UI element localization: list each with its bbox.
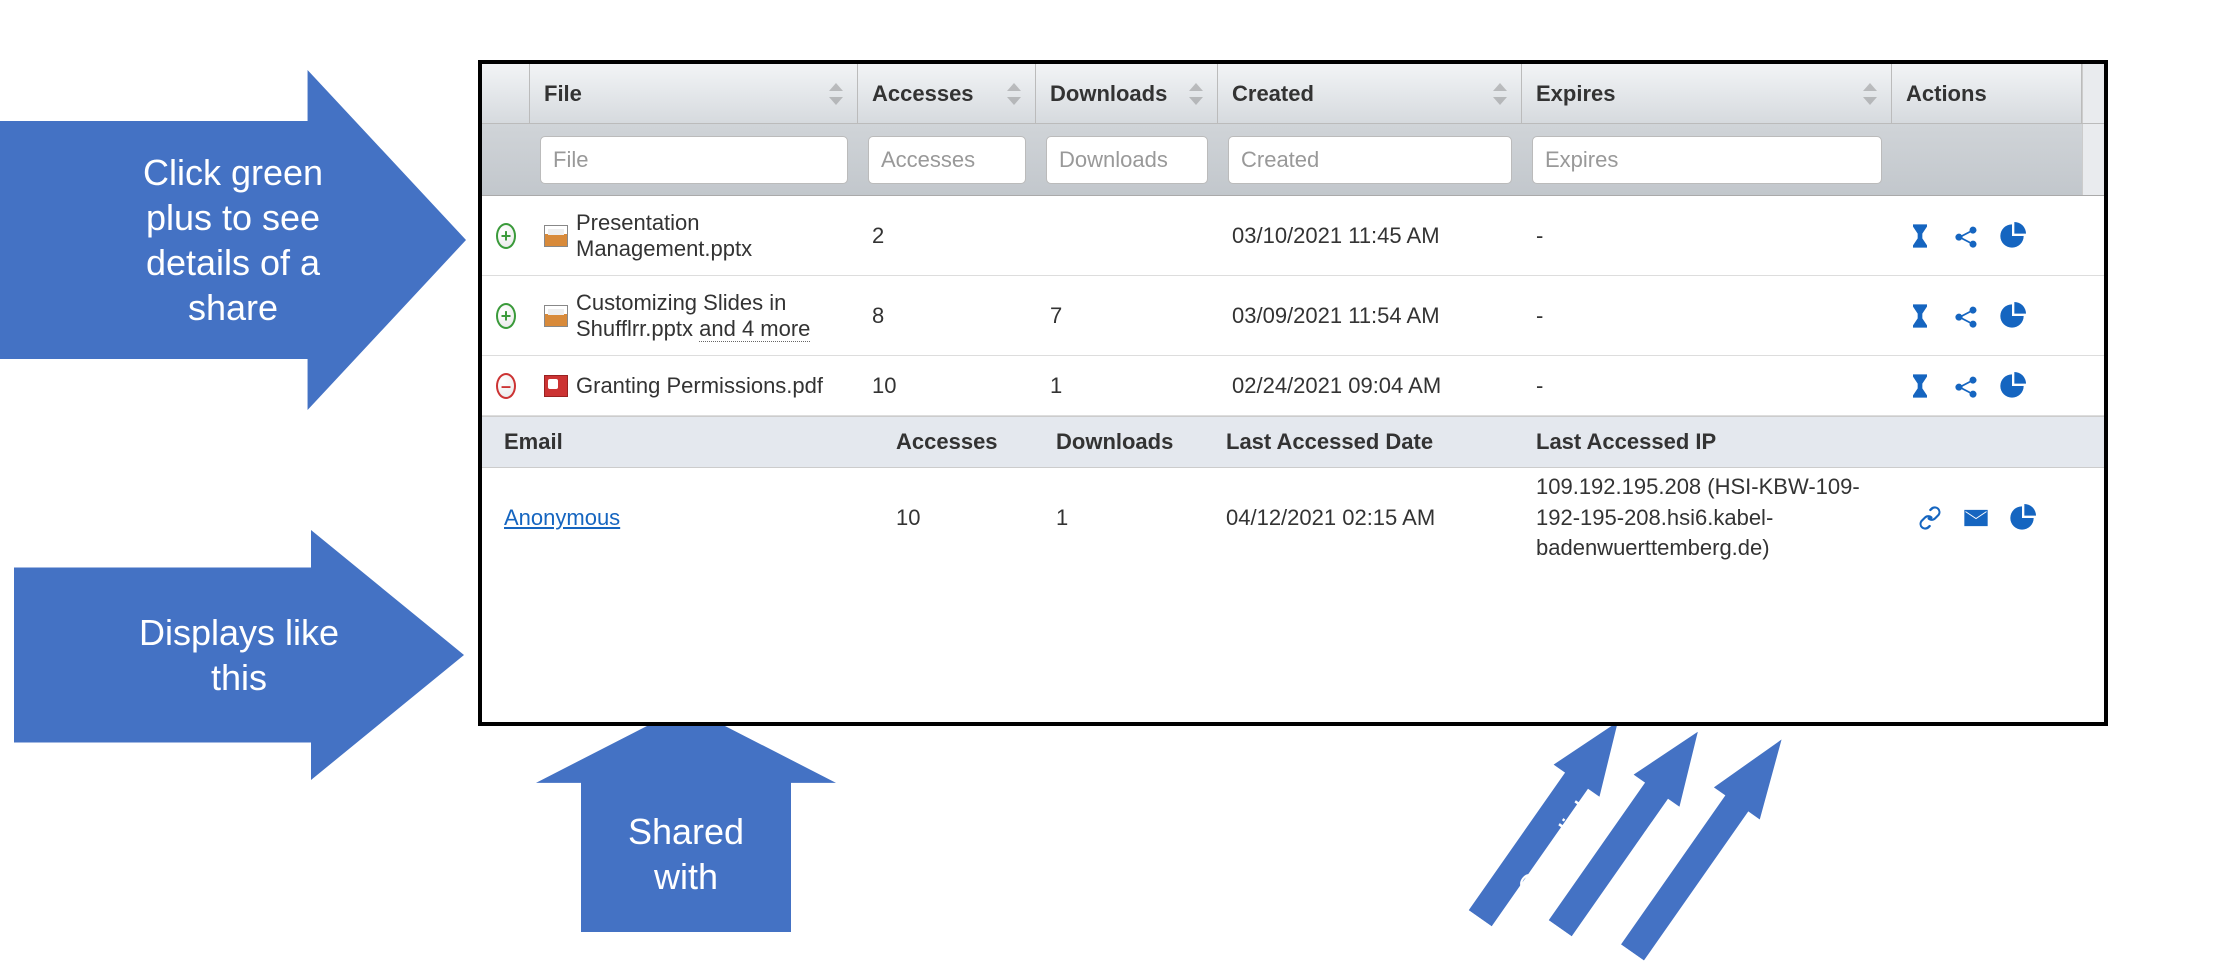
pptx-icon (544, 305, 568, 327)
cell-expires: - (1522, 293, 1892, 339)
pptx-icon (544, 225, 568, 247)
sort-icon (1493, 83, 1507, 105)
share-icon[interactable] (1952, 302, 1980, 330)
expire-icon[interactable] (1906, 222, 1934, 250)
annotation-text: Shared with (581, 809, 791, 899)
header-accesses[interactable]: Accesses (858, 64, 1036, 123)
header-downloads-label: Downloads (1050, 81, 1167, 107)
filter-downloads-input[interactable] (1046, 136, 1208, 184)
cell-actions (1892, 362, 2082, 410)
file-more-link[interactable]: and 4 more (699, 316, 810, 342)
sort-icon (1189, 83, 1203, 105)
table-body: + Presentation Management.pptx 2 03/10/2… (482, 196, 2104, 568)
cell-accesses: 2 (858, 213, 1036, 259)
filter-expires-input[interactable] (1532, 136, 1882, 184)
table-row: – Granting Permissions.pdf 10 1 02/24/20… (482, 356, 2104, 416)
detail-row: Anonymous 10 1 04/12/2021 02:15 AM 109.1… (482, 468, 2104, 568)
cell-file: Presentation Management.pptx (530, 200, 858, 272)
annotation-displays-like: Displays like this (14, 530, 464, 780)
cell-actions (1892, 292, 2082, 340)
file-name: Presentation Management.pptx (576, 210, 844, 262)
filter-accesses-input[interactable] (868, 136, 1026, 184)
detail-header-downloads: Downloads (1042, 429, 1212, 455)
detail-accesses: 10 (882, 505, 1042, 531)
cell-downloads: 1 (1036, 363, 1218, 409)
header-expires[interactable]: Expires (1522, 64, 1892, 123)
header-downloads[interactable]: Downloads (1036, 64, 1218, 123)
header-toggle-spacer (482, 64, 530, 123)
cell-created: 03/10/2021 11:45 AM (1218, 213, 1522, 259)
cell-file: Granting Permissions.pdf (530, 363, 858, 409)
share-icon[interactable] (1952, 222, 1980, 250)
header-created[interactable]: Created (1218, 64, 1522, 123)
detail-header-email: Email (482, 429, 882, 455)
sort-icon (829, 83, 843, 105)
shares-panel: File Accesses Downloads Created Expires … (478, 60, 2108, 726)
detail-header-last-accessed-ip: Last Accessed IP (1522, 427, 1902, 458)
detail-actions (1902, 504, 2082, 532)
annotation-text: Displays like this (104, 610, 374, 700)
file-name: Granting Permissions.pdf (576, 373, 823, 399)
table-row: + Presentation Management.pptx 2 03/10/2… (482, 196, 2104, 276)
table-row: + Customizing Slides in Shufflrr.pptx an… (482, 276, 2104, 356)
cell-downloads (1036, 226, 1218, 246)
header-file-label: File (544, 81, 582, 107)
filter-file-input[interactable] (540, 136, 848, 184)
copy-link-icon[interactable] (1916, 504, 1944, 532)
detail-last-accessed-ip: 109.192.195.208 (HSI-KBW-109-192-195-208… (1522, 472, 1902, 564)
header-accesses-label: Accesses (872, 81, 974, 107)
report-icon[interactable] (1998, 372, 2026, 400)
expand-row-button[interactable]: + (496, 223, 516, 249)
filter-actions-spacer (1892, 124, 2082, 195)
detail-header-last-accessed-date: Last Accessed Date (1212, 429, 1522, 455)
table-header-row: File Accesses Downloads Created Expires … (482, 64, 2104, 124)
pdf-icon (544, 375, 568, 397)
detail-header-accesses: Accesses (882, 429, 1042, 455)
filter-created-input[interactable] (1228, 136, 1512, 184)
detail-last-accessed-date: 04/12/2021 02:15 AM (1212, 505, 1522, 531)
sort-icon (1863, 83, 1877, 105)
annotation-shared-with: Shared with (536, 706, 836, 932)
email-link-icon[interactable] (1962, 504, 1990, 532)
table-filter-row (482, 124, 2104, 196)
detail-email-link[interactable]: Anonymous (504, 505, 620, 530)
filter-toggle-spacer (482, 124, 530, 195)
header-actions: Actions (1892, 64, 2082, 123)
cell-expires: - (1522, 363, 1892, 409)
header-file[interactable]: File (530, 64, 858, 123)
cell-expires: - (1522, 213, 1892, 259)
cell-created: 03/09/2021 11:54 AM (1218, 293, 1522, 339)
cell-downloads: 7 (1036, 293, 1218, 339)
header-actions-label: Actions (1906, 81, 1987, 107)
share-report-icon[interactable] (2008, 504, 2036, 532)
report-icon[interactable] (1998, 222, 2026, 250)
report-icon[interactable] (1998, 302, 2026, 330)
scrollbar-gutter (2082, 124, 2104, 195)
detail-downloads: 1 (1042, 505, 1212, 531)
cell-created: 02/24/2021 09:04 AM (1218, 363, 1522, 409)
header-created-label: Created (1232, 81, 1314, 107)
annotation-text: Click green plus to see details of a sha… (93, 150, 373, 330)
expand-row-button[interactable]: + (496, 303, 516, 329)
cell-actions (1892, 212, 2082, 260)
share-icon[interactable] (1952, 372, 1980, 400)
cell-accesses: 8 (858, 293, 1036, 339)
sort-icon (1007, 83, 1021, 105)
expire-icon[interactable] (1906, 372, 1934, 400)
expire-icon[interactable] (1906, 302, 1934, 330)
file-name: Customizing Slides in Shufflrr.pptx and … (576, 290, 844, 342)
detail-header-row: Email Accesses Downloads Last Accessed D… (482, 416, 2104, 468)
collapse-row-button[interactable]: – (496, 373, 516, 399)
header-expires-label: Expires (1536, 81, 1616, 107)
cell-file: Customizing Slides in Shufflrr.pptx and … (530, 280, 858, 352)
cell-accesses: 10 (858, 363, 1036, 409)
scrollbar-gutter (2082, 64, 2104, 123)
annotation-click-plus: Click green plus to see details of a sha… (0, 70, 466, 410)
